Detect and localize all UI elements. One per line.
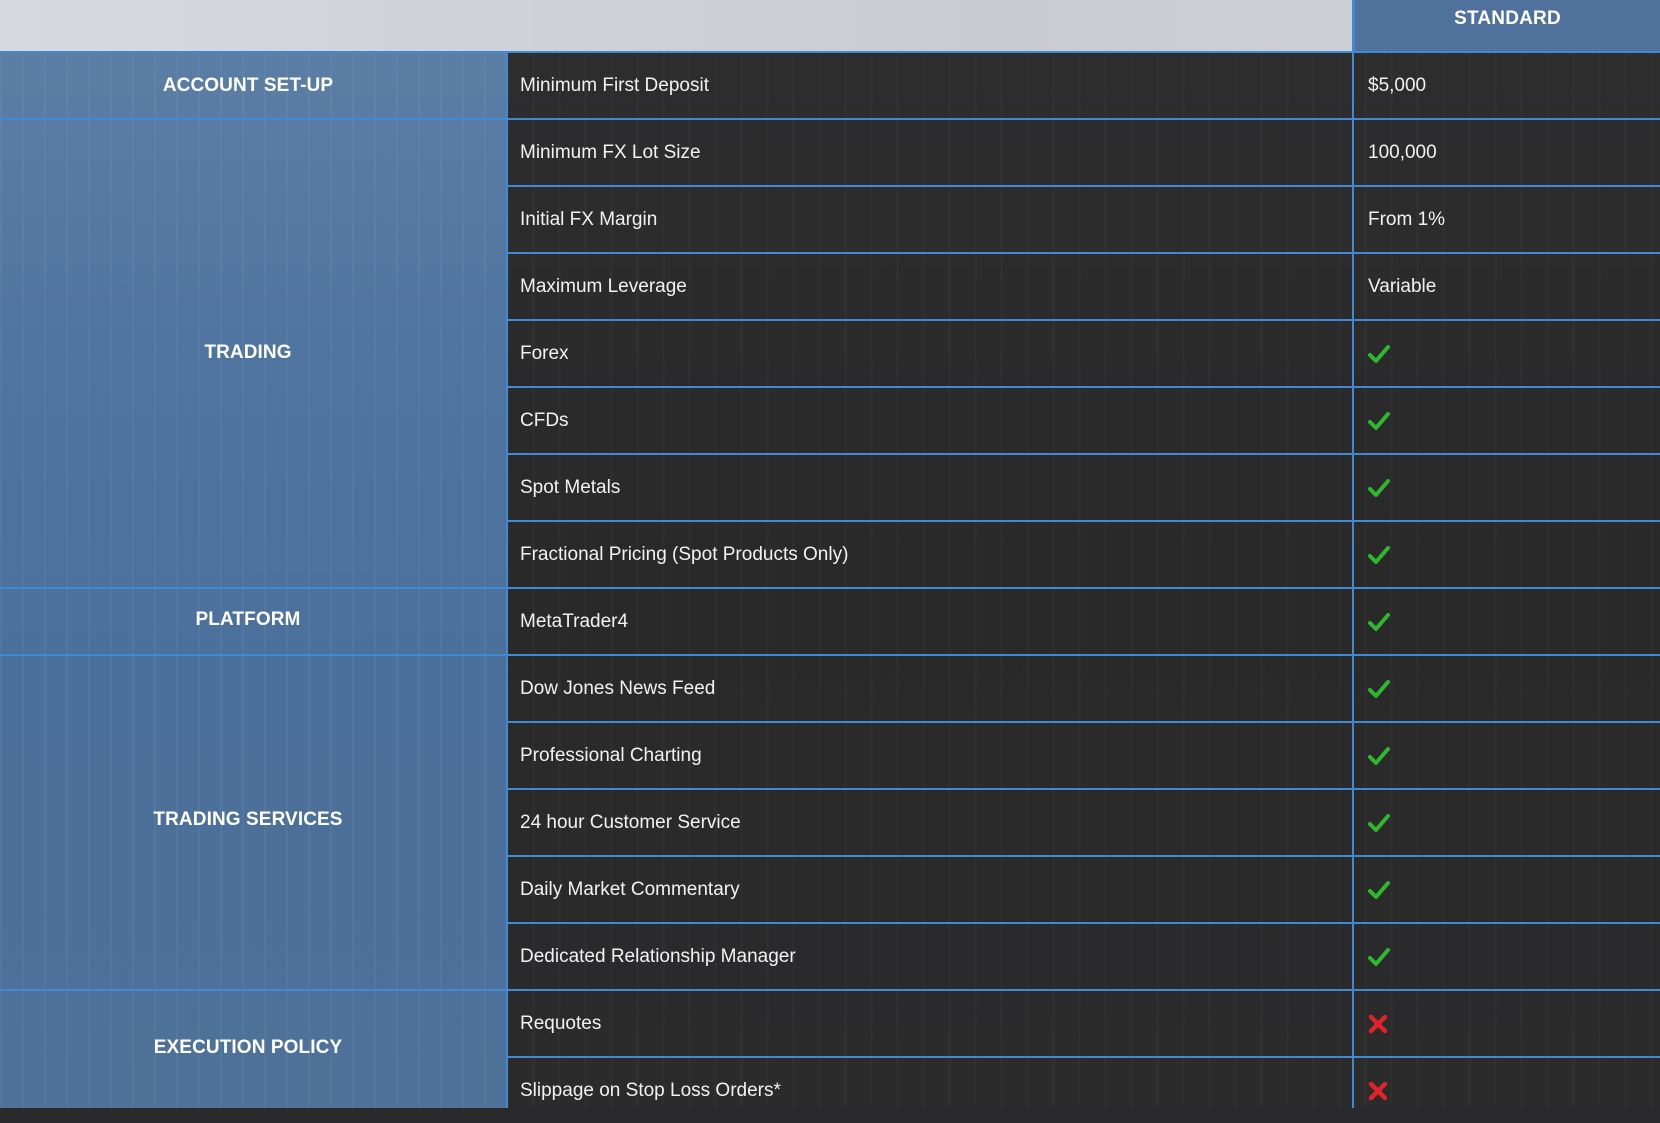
row-divider (0, 654, 1660, 656)
column-divider (506, 52, 508, 1108)
check-icon (1368, 522, 1648, 587)
check-icon (1368, 455, 1648, 520)
cross-icon (1368, 991, 1648, 1056)
row-divider (506, 453, 1660, 455)
row-divider (506, 386, 1660, 388)
column-divider (1352, 0, 1354, 1108)
check-icon (1368, 790, 1648, 855)
feature-label: Professional Charting (520, 744, 702, 766)
check-icon (1368, 656, 1648, 721)
plan-value: From 1% (1368, 208, 1446, 230)
feature-label: CFDs (520, 409, 569, 431)
feature-label: MetaTrader4 (520, 610, 629, 632)
feature-label: Forex (520, 342, 569, 364)
row-divider (506, 855, 1660, 857)
row-divider (0, 989, 1660, 991)
category-trading: TRADING (204, 341, 292, 363)
row-divider (506, 788, 1660, 790)
row-divider (0, 587, 1660, 589)
plan-value: $5,000 (1368, 74, 1427, 96)
category-execution-policy: EXECUTION POLICY (153, 1036, 343, 1058)
feature-label: Initial FX Margin (520, 208, 658, 230)
check-icon (1368, 857, 1648, 922)
row-divider (506, 252, 1660, 254)
row-divider (0, 118, 1660, 120)
plan-header-label: STANDARD (1454, 8, 1561, 29)
row-divider (506, 922, 1660, 924)
check-icon (1368, 924, 1648, 989)
feature-label: Slippage on Stop Loss Orders* (520, 1079, 781, 1101)
plan-value: Variable (1368, 275, 1437, 297)
check-icon (1368, 723, 1648, 788)
category-account-setup: ACCOUNT SET-UP (162, 74, 334, 96)
check-icon (1368, 321, 1648, 386)
feature-label: Minimum First Deposit (520, 74, 709, 96)
row-divider (506, 520, 1660, 522)
feature-label: Minimum FX Lot Size (520, 141, 701, 163)
check-icon (1368, 388, 1648, 453)
category-platform: PLATFORM (195, 608, 301, 630)
cross-icon (1368, 1058, 1648, 1123)
check-icon (1368, 589, 1648, 654)
feature-label: Fractional Pricing (Spot Products Only) (520, 543, 849, 565)
feature-label: Requotes (520, 1012, 602, 1034)
row-divider (506, 1056, 1660, 1058)
feature-label: 24 hour Customer Service (520, 811, 741, 833)
plan-header-standard: STANDARD (1353, 0, 1660, 52)
row-divider (0, 51, 1660, 53)
feature-label: Dedicated Relationship Manager (520, 945, 796, 967)
plan-value: 100,000 (1368, 141, 1437, 163)
category-trading-services: TRADING SERVICES (153, 808, 343, 830)
feature-label: Maximum Leverage (520, 275, 687, 297)
feature-label: Daily Market Commentary (520, 878, 740, 900)
row-divider (506, 185, 1660, 187)
row-divider (506, 721, 1660, 723)
feature-label: Spot Metals (520, 476, 621, 498)
row-divider (506, 319, 1660, 321)
feature-label: Dow Jones News Feed (520, 677, 716, 699)
